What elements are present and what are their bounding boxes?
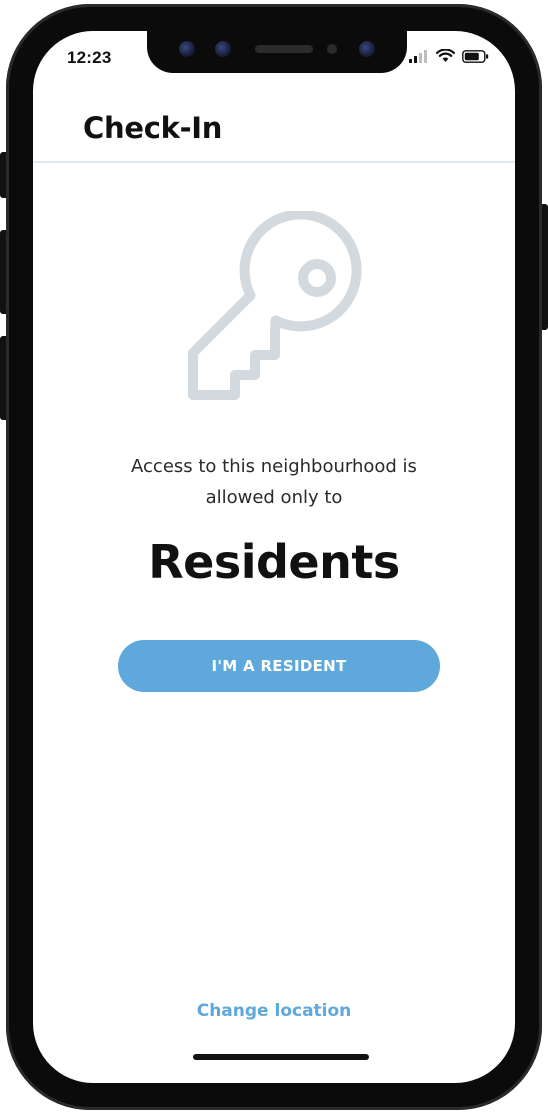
change-location-link[interactable]: Change location [33, 1001, 515, 1021]
home-indicator[interactable] [193, 1054, 369, 1060]
notch [147, 31, 407, 73]
phone-screen: 12:23 Check-In Access to this neighbourh… [33, 31, 515, 1083]
status-time: 12:23 [67, 48, 112, 67]
battery-icon [462, 49, 489, 63]
cellular-signal-icon [409, 49, 427, 63]
im-a-resident-button[interactable]: I'M A RESIDENT [118, 640, 440, 692]
camera-lens [215, 41, 231, 57]
wifi-icon [436, 49, 455, 62]
residents-headline: Residents [148, 535, 400, 589]
earpiece-speaker [255, 45, 313, 53]
app-header: Check-In [33, 93, 515, 163]
camera-lens [179, 41, 195, 57]
device-mockup: 12:23 Check-In Access to this neighbourh… [0, 0, 548, 1116]
status-icons [409, 49, 489, 63]
proximity-sensor [327, 44, 337, 54]
page-title: Check-In [83, 111, 223, 145]
access-message-line-2: allowed only to [205, 487, 343, 508]
access-message-line-1: Access to this neighbourhood is [131, 456, 417, 477]
access-message: Access to this neighbourhood is allowed … [73, 451, 475, 513]
key-icon [188, 211, 362, 400]
front-camera [359, 41, 375, 57]
phone-frame: 12:23 Check-In Access to this neighbourh… [6, 4, 542, 1110]
